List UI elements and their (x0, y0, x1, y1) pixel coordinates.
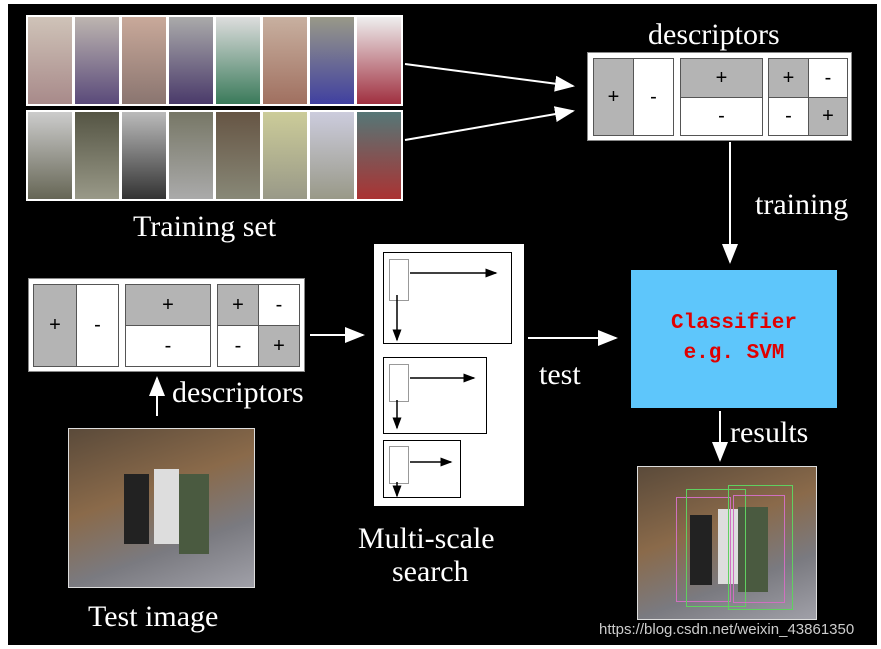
arrow-positives-to-descriptors (404, 63, 575, 92)
arrow-negatives-to-descriptors (404, 106, 575, 141)
arrows-layer (149, 63, 738, 498)
watermark: https://blog.csdn.net/weixin_43861350 (599, 621, 855, 638)
